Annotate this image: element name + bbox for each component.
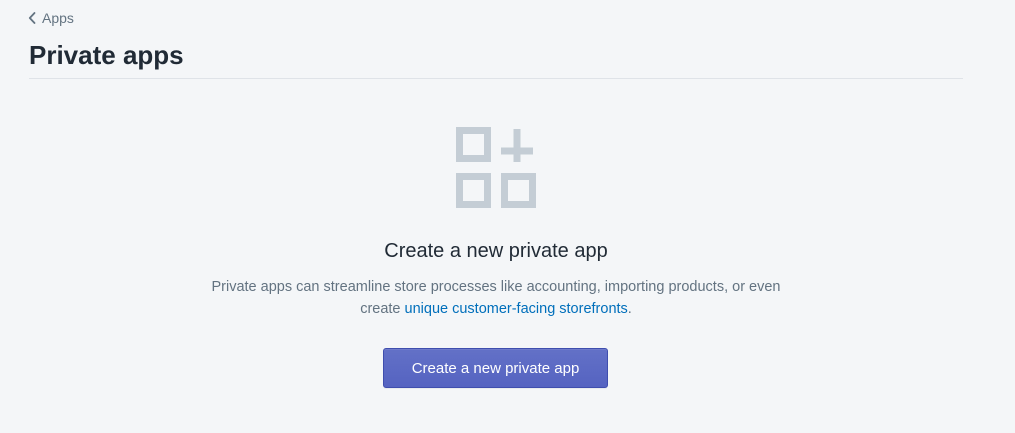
page-title: Private apps — [29, 40, 184, 70]
apps-add-icon — [455, 126, 537, 213]
description-suffix: . — [627, 301, 632, 317]
create-private-app-button[interactable]: Create a new private app — [383, 348, 608, 388]
breadcrumb-back-apps[interactable]: Apps — [28, 10, 74, 26]
breadcrumb-label: Apps — [42, 10, 74, 26]
header-divider — [29, 78, 963, 79]
storefronts-link[interactable]: unique customer-facing storefronts — [405, 301, 628, 317]
empty-state-heading: Create a new private app — [384, 240, 608, 262]
chevron-left-icon — [28, 12, 36, 24]
empty-state-description: Private apps can streamline store proces… — [210, 276, 782, 320]
